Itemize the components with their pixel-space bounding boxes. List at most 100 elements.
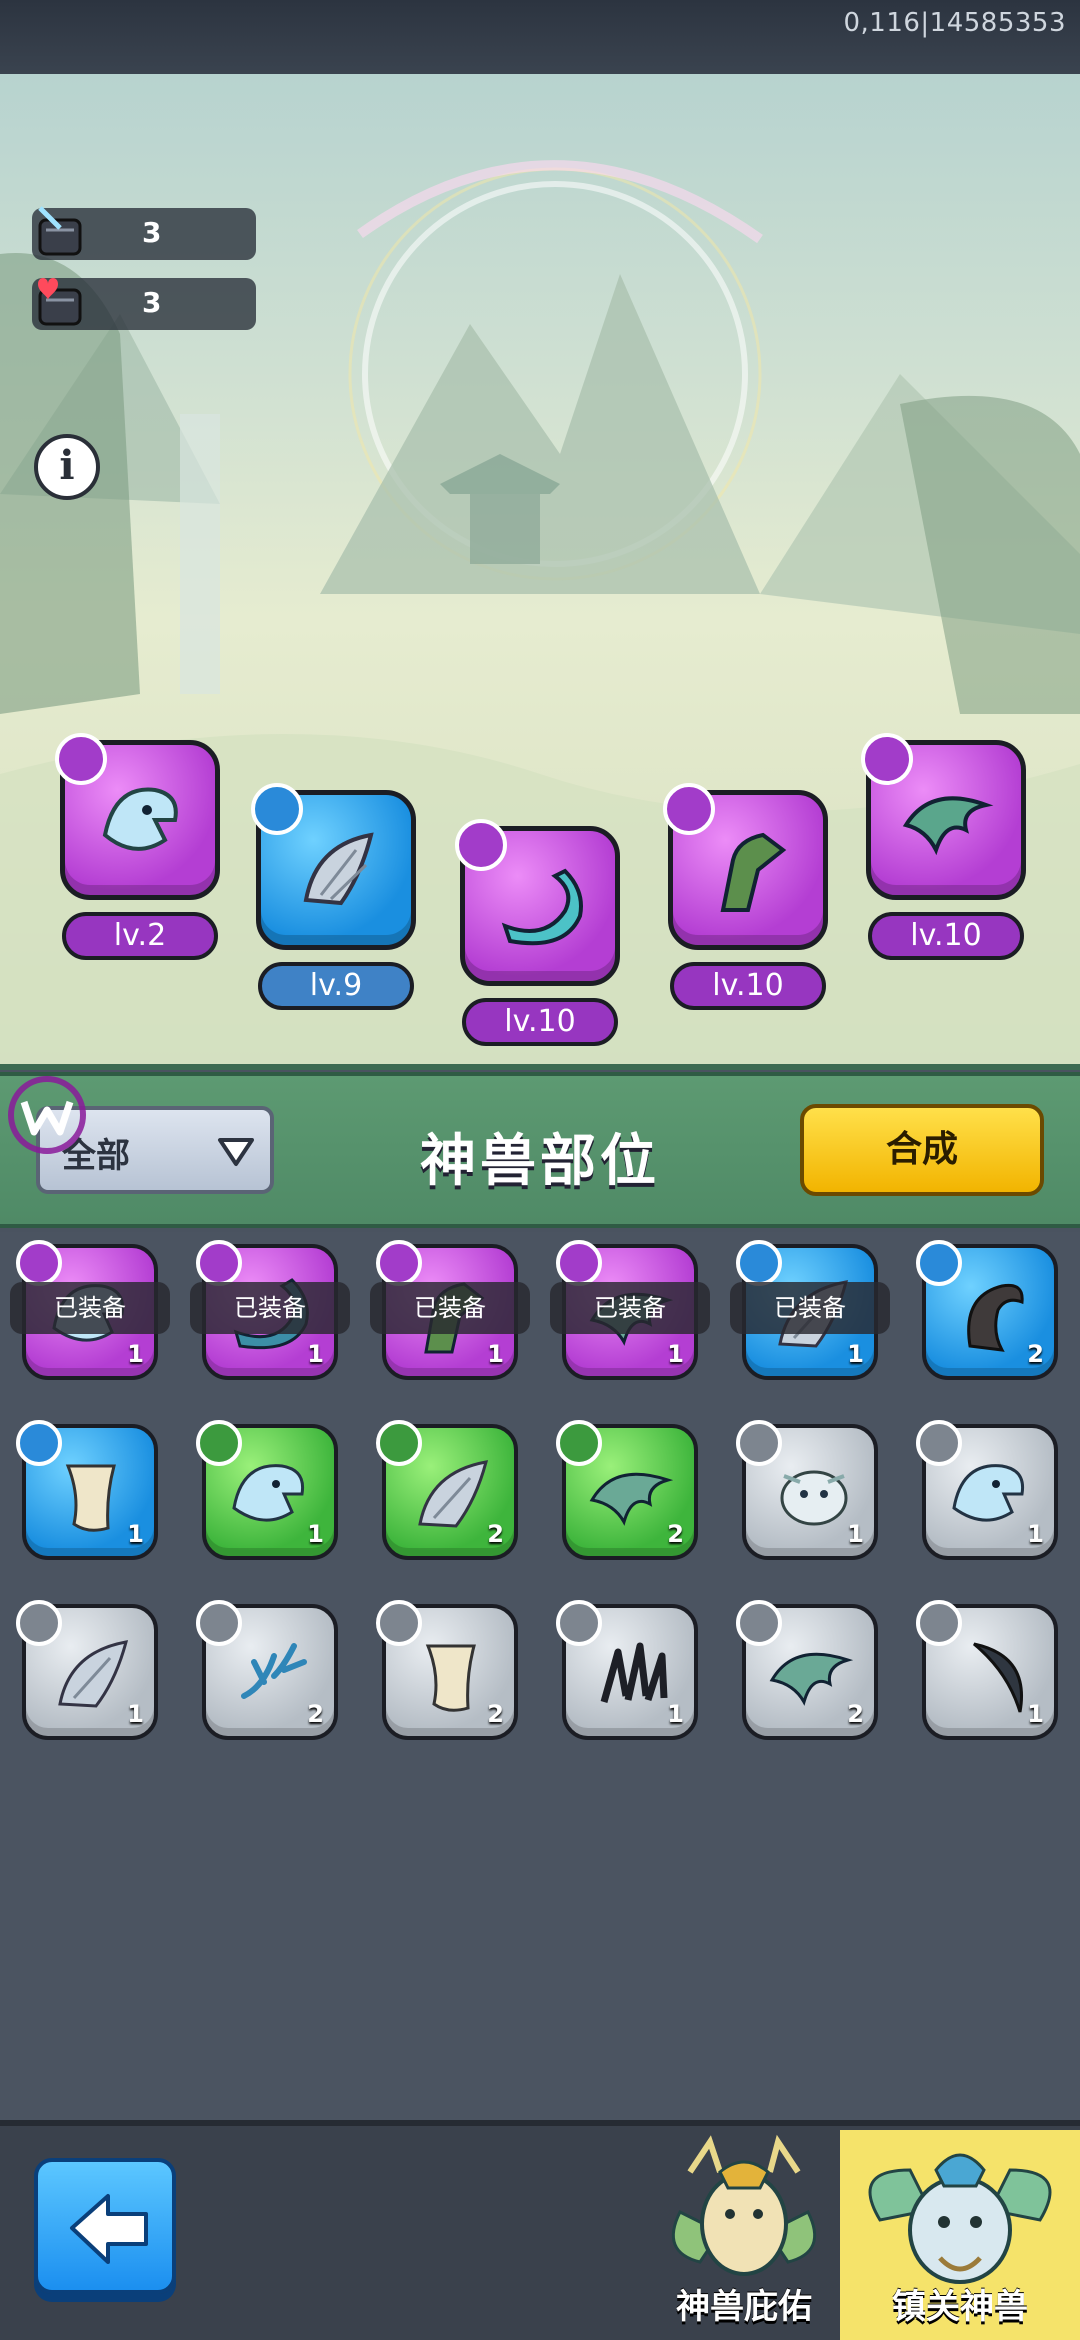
equip-slot-tile[interactable]	[251, 783, 416, 950]
equipped-label: 已装备	[190, 1282, 350, 1334]
sword-fragment-count: 3	[142, 216, 162, 249]
sword-type-icon	[55, 733, 107, 785]
inventory-item[interactable]: 2	[736, 1600, 878, 1740]
sword-type-icon	[16, 1240, 62, 1286]
sword-type-icon	[251, 783, 303, 835]
item-tile[interactable]: 2	[556, 1420, 698, 1560]
beast-display-scene: 3 3 i lv.2 lv.9 lv.10 lv.10 lv.10	[0, 74, 1080, 1070]
item-count: 1	[847, 1340, 864, 1368]
shield-type-icon	[376, 1240, 422, 1286]
sword-type-icon	[196, 1240, 242, 1286]
item-count: 2	[847, 1700, 864, 1728]
fin-icon	[902, 796, 994, 856]
inventory-item[interactable]: 2	[376, 1420, 518, 1560]
sword-type-icon	[196, 1420, 242, 1466]
item-tile[interactable]: 1	[916, 1420, 1058, 1560]
item-count: 1	[127, 1700, 144, 1728]
equipped-label: 已装备	[550, 1282, 710, 1334]
shield-type-icon	[861, 733, 913, 785]
item-count: 2	[307, 1700, 324, 1728]
equip-slot-tile[interactable]	[455, 819, 620, 986]
inventory-item[interactable]: 1	[16, 1420, 158, 1560]
item-tile[interactable]: 2	[196, 1600, 338, 1740]
shield-type-icon	[663, 783, 715, 835]
slot-level: lv.10	[462, 998, 618, 1046]
item-tile[interactable]: 1	[196, 1420, 338, 1560]
back-button[interactable]	[34, 2158, 176, 2294]
inventory-item[interactable]: 1	[736, 1420, 878, 1560]
item-tile[interactable]: 2	[736, 1600, 878, 1740]
item-count: 1	[847, 1520, 864, 1548]
inventory-item[interactable]: 2	[916, 1240, 1058, 1380]
bottom-navigation: 神兽庇佑 镇关神兽	[0, 2120, 1080, 2340]
inventory-item[interactable]: 2	[556, 1420, 698, 1560]
sword-type-icon	[455, 819, 507, 871]
equipped-label: 已装备	[10, 1282, 170, 1334]
item-tile[interactable]: 2	[376, 1420, 518, 1560]
item-count: 1	[127, 1520, 144, 1548]
item-tile[interactable]: 1	[16, 1600, 158, 1740]
shield-type-icon	[16, 1420, 62, 1466]
equip-slot-tile[interactable]	[861, 733, 1026, 900]
inventory-item[interactable]: 1 已装备	[10, 1240, 170, 1380]
inventory-item[interactable]: 1	[196, 1420, 338, 1560]
sword-chest-icon	[38, 206, 82, 256]
item-tile[interactable]: 2	[916, 1240, 1058, 1380]
item-tile[interactable]: 1	[16, 1420, 158, 1560]
wing-icon	[303, 832, 374, 906]
equip-slot-3[interactable]: lv.10	[455, 819, 620, 1046]
item-count: 1	[667, 1700, 684, 1728]
item-count: 1	[1027, 1520, 1044, 1548]
slot-level: lv.2	[62, 912, 218, 960]
sword-type-icon	[736, 1240, 782, 1286]
equip-slot-5[interactable]: lv.10	[861, 733, 1026, 960]
sword-type-icon	[376, 1420, 422, 1466]
equip-slot-2[interactable]: lv.9	[251, 783, 416, 1010]
leg-icon	[720, 832, 787, 912]
inventory-item[interactable]: 1	[916, 1420, 1058, 1560]
equip-slot-tile[interactable]	[663, 783, 828, 950]
inventory-item[interactable]: 1	[16, 1600, 158, 1740]
item-count: 2	[667, 1520, 684, 1548]
item-tile[interactable]: 1	[556, 1600, 698, 1740]
merge-button[interactable]: 合成	[800, 1104, 1044, 1196]
item-tile[interactable]: 1	[916, 1600, 1058, 1740]
inventory-item[interactable]: 2	[376, 1600, 518, 1740]
item-count: 1	[487, 1340, 504, 1368]
tab-guard-beast[interactable]: 镇关神兽	[840, 2130, 1080, 2340]
inventory-item[interactable]: 1	[916, 1600, 1058, 1740]
item-count: 1	[307, 1520, 324, 1548]
equip-slot-1[interactable]: lv.2	[55, 733, 220, 960]
inventory-item[interactable]: 1	[556, 1600, 698, 1740]
item-count: 2	[487, 1520, 504, 1548]
tail-icon	[501, 868, 583, 946]
item-tile[interactable]: 2	[376, 1600, 518, 1740]
equip-slot-tile[interactable]	[55, 733, 220, 900]
item-count: 1	[667, 1340, 684, 1368]
inventory-item[interactable]: 2	[196, 1600, 338, 1740]
tab-beast-blessing[interactable]: 神兽庇佑	[660, 2132, 828, 2340]
sword-type-icon	[556, 1600, 602, 1646]
inventory-item[interactable]: 1 已装备	[190, 1240, 350, 1380]
parts-header: 全部 神兽部位 合成	[0, 1072, 1080, 1228]
inventory-item[interactable]: 1 已装备	[370, 1240, 530, 1380]
tab-label: 神兽庇佑	[676, 2287, 812, 2327]
heart-fragment-count: 3	[142, 286, 162, 319]
inventory-item[interactable]: 1 已装备	[730, 1240, 890, 1380]
blessing-beast-icon	[671, 2134, 817, 2276]
info-button[interactable]: i	[34, 434, 100, 500]
slot-level: lv.10	[868, 912, 1024, 960]
equipped-label: 已装备	[370, 1282, 530, 1334]
equip-slot-4[interactable]: lv.10	[663, 783, 828, 1010]
item-count: 2	[1027, 1340, 1044, 1368]
parts-inventory-grid: 1 已装备 1 已装备 1 已装备 1 已装备 1 已装备 2 1 1 2 2 1 1 1 2 2 1 2 1	[0, 1232, 1080, 2120]
item-count: 1	[1027, 1700, 1044, 1728]
shield-type-icon	[376, 1600, 422, 1646]
shield-type-icon	[736, 1600, 782, 1646]
item-tile[interactable]: 1	[736, 1420, 878, 1560]
inventory-item[interactable]: 1 已装备	[550, 1240, 710, 1380]
status-strip: 0,116|14585353	[0, 0, 1080, 74]
sword-type-icon	[916, 1600, 962, 1646]
heart-chest-icon	[38, 278, 82, 326]
tab-label: 镇关神兽	[892, 2287, 1028, 2327]
